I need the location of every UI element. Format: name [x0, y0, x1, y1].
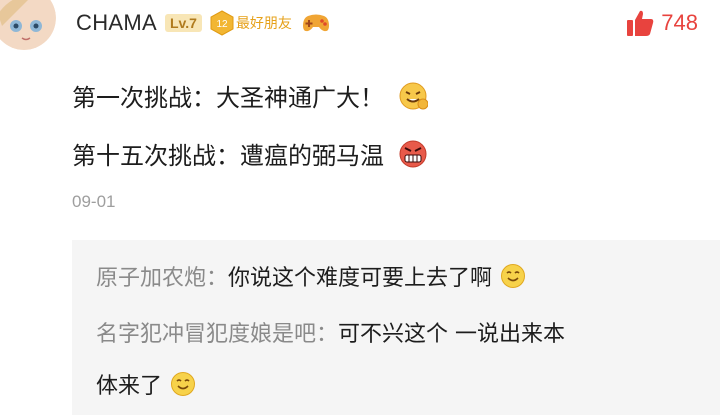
smile-emoji-icon [501, 264, 526, 288]
hexagon-badge-icon: 12 [210, 10, 234, 36]
reply-continuation: 体来了 [96, 368, 196, 400]
comment-header: CHAMA Lv.7 12 最好朋友 [76, 7, 330, 39]
comment-text-line: 第十五次挑战：遭瘟的弼马温 [72, 136, 428, 171]
reply-text: 可不兴这个 一说出来本 [338, 322, 566, 347]
grinning-fist-emoji-icon [399, 82, 428, 109]
friend-label: 最好朋友 [235, 16, 292, 32]
comment-line-1: 第一次挑战：大圣神通广大！ [72, 84, 384, 112]
reply-item[interactable]: 名字犯冲冒犯度娘是吧 ： 可不兴这个 一说出来本 [96, 316, 565, 348]
angry-emoji-icon [399, 140, 427, 167]
reply-box[interactable]: 原子加农炮 ： 你说这个难度可要上去了啊 名字犯冲冒犯度娘是吧 ： 可不兴这个 … [72, 240, 720, 415]
reply-author[interactable]: 原子加农炮 [96, 260, 206, 292]
avatar[interactable] [0, 0, 56, 50]
thumbs-up-icon [627, 10, 654, 37]
comment-date: 09-01 [72, 192, 116, 211]
friend-badge: 12 最好朋友 [210, 10, 292, 36]
gamepad-icon [302, 14, 329, 32]
like-button[interactable]: 748 [625, 8, 698, 38]
svg-text:12: 12 [216, 19, 228, 30]
smile-emoji-icon [171, 372, 196, 396]
reply-text: 你说这个难度可要上去了啊 [228, 266, 493, 291]
reply-item[interactable]: 原子加农炮 ： 你说这个难度可要上去了啊 [96, 260, 526, 292]
comment-text-line: 第一次挑战：大圣神通广大！ [72, 78, 428, 113]
reply-text-continued: 体来了 [96, 374, 163, 399]
username[interactable]: CHAMA [76, 10, 157, 36]
reply-separator: ： [206, 266, 229, 291]
reply-separator: ： [316, 322, 339, 347]
like-count: 748 [661, 10, 698, 35]
level-badge: Lv.7 [164, 14, 202, 32]
comment-line-2: 第十五次挑战：遭瘟的弼马温 [72, 142, 384, 170]
reply-author[interactable]: 名字犯冲冒犯度娘是吧 [96, 316, 316, 348]
